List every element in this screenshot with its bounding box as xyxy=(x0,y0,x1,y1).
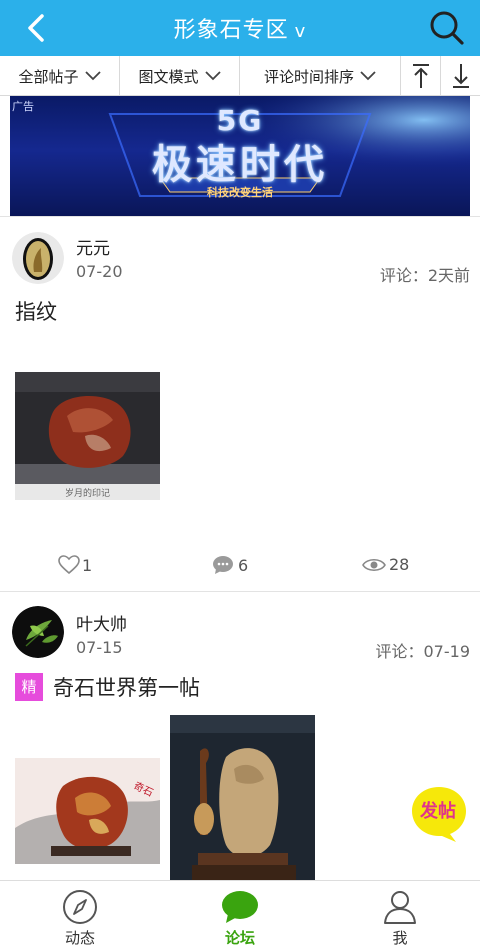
like-button[interactable]: 1 xyxy=(58,555,92,575)
arrow-up-to-top-icon xyxy=(412,64,429,88)
post-date: 07-20 xyxy=(76,262,123,281)
stone-photo: 奇石 xyxy=(15,758,160,864)
search-button[interactable] xyxy=(428,9,466,47)
scroll-to-bottom-button[interactable] xyxy=(441,56,480,96)
ad-banner[interactable]: 广告 5G 极速时代 科技改变生活 xyxy=(10,96,470,216)
post-title[interactable]: 指纹 xyxy=(15,296,57,326)
chat-bubble-icon xyxy=(222,891,258,923)
author-name[interactable]: 元元 xyxy=(76,234,110,259)
post-image[interactable]: 岁月的印记 xyxy=(15,372,160,500)
sort-filter[interactable]: 评论时间排序 xyxy=(240,56,401,96)
chevron-down-icon xyxy=(360,71,376,81)
tab-label: 论坛 xyxy=(224,929,255,947)
heart-icon xyxy=(58,555,80,575)
chevron-down-icon xyxy=(204,71,221,81)
avatar[interactable] xyxy=(12,232,64,284)
back-button[interactable] xyxy=(18,10,54,46)
bottom-nav: 动态 论坛 我 xyxy=(0,880,480,952)
comment-icon xyxy=(213,556,233,574)
like-count: 1 xyxy=(82,555,93,575)
post-actions: 1 6 28 xyxy=(0,545,480,585)
stone-photo xyxy=(15,372,160,500)
view-mode-label: 图文模式 xyxy=(138,67,199,86)
chevron-left-icon xyxy=(28,14,44,42)
stone-photo xyxy=(170,715,315,880)
tab-forum[interactable]: 论坛 xyxy=(160,881,320,952)
filter-bar: 全部帖子 图文模式 评论时间排序 xyxy=(0,56,480,96)
title-dropdown-indicator: v xyxy=(294,21,307,42)
featured-badge: 精 xyxy=(15,673,43,701)
last-comment-info: 评论：2天前 xyxy=(379,266,470,285)
post-image[interactable] xyxy=(170,715,315,880)
image-caption: 岁月的印记 xyxy=(64,489,110,499)
compass-icon xyxy=(63,890,97,924)
banner-tagline: 科技改变生活 xyxy=(207,186,273,199)
comment-button[interactable]: 6 xyxy=(212,555,248,575)
user-icon xyxy=(384,891,416,924)
chevron-down-icon xyxy=(84,71,101,81)
post-date: 07-15 xyxy=(76,638,123,657)
tab-me[interactable]: 我 xyxy=(320,881,480,952)
divider xyxy=(0,216,480,217)
post-image[interactable]: 奇石 xyxy=(15,758,160,864)
avatar-image xyxy=(12,232,64,284)
avatar[interactable] xyxy=(12,606,64,658)
comment-count: 6 xyxy=(238,555,249,575)
tab-label: 我 xyxy=(392,929,408,947)
author-name[interactable]: 叶大帅 xyxy=(76,610,127,635)
views-count: 28 xyxy=(389,555,410,574)
last-comment-info: 评论：07-19 xyxy=(375,642,471,661)
eye-icon xyxy=(362,558,386,571)
view-count: 28 xyxy=(362,555,409,574)
tab-label: 动态 xyxy=(64,929,95,947)
search-icon xyxy=(430,11,464,45)
new-post-button[interactable]: 发帖 xyxy=(410,785,468,843)
sort-label: 评论时间排序 xyxy=(263,67,354,86)
post-card[interactable]: 元元 07-20 评论：2天前 指纹 岁月的印记 1 6 28 xyxy=(0,216,480,592)
new-post-label: 发帖 xyxy=(420,801,456,822)
page-title: 形象石专区 xyxy=(173,18,289,43)
view-mode-filter[interactable]: 图文模式 xyxy=(120,56,240,96)
section-title-dropdown[interactable]: 形象石专区 v xyxy=(174,12,307,44)
arrow-down-download-icon xyxy=(452,64,469,88)
all-posts-filter[interactable]: 全部帖子 xyxy=(0,56,120,96)
post-card[interactable]: 叶大帅 07-15 评论：07-19 精奇石世界第一帖 奇石 xyxy=(0,592,480,880)
avatar-image xyxy=(12,606,64,658)
top-app-bar: 形象石专区 v xyxy=(0,0,480,56)
scroll-to-top-button[interactable] xyxy=(401,56,441,96)
post-title-row[interactable]: 精奇石世界第一帖 xyxy=(15,672,200,702)
post-title: 奇石世界第一帖 xyxy=(53,676,200,700)
tab-dynamics[interactable]: 动态 xyxy=(0,881,160,952)
all-posts-label: 全部帖子 xyxy=(18,67,79,86)
banner-headline-main: 极速时代 xyxy=(152,142,328,188)
app-root: 形象石专区 v 全部帖子 图文模式 评论时间排序 广告 5G 极速时代 科技改变… xyxy=(0,0,480,952)
